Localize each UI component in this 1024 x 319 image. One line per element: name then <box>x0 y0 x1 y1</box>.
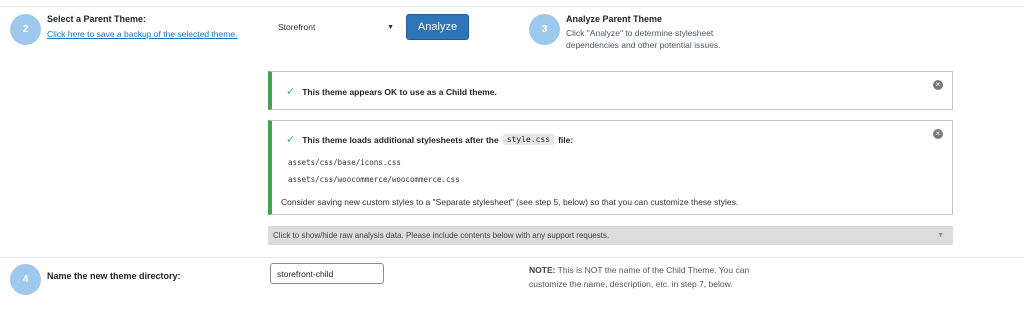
chevron-down-icon: ▼ <box>387 23 394 31</box>
section-divider <box>0 257 1024 258</box>
step-3-title: Analyze Parent Theme <box>566 14 663 24</box>
step-3-description-line1: Click "Analyze" to determine stylesheet <box>566 28 714 38</box>
parent-theme-select[interactable]: Storefront ▼ <box>270 15 402 39</box>
step-3-badge: 3 <box>529 14 560 45</box>
analyze-button[interactable]: Analyze <box>406 14 469 40</box>
checkmark-icon: ✓ <box>286 86 296 98</box>
separate-stylesheet-advice: Consider saving new custom styles to a "… <box>281 197 739 207</box>
raw-analysis-toggle-label: Click to show/hide raw analysis data. Pl… <box>273 231 610 240</box>
stylesheet-file-item: assets/css/base/icons.css <box>288 158 401 167</box>
step-4-badge: 4 <box>10 264 41 295</box>
style-css-filename: style.css <box>502 134 555 145</box>
stylesheets-notice: ✓ This theme loads additional stylesheet… <box>268 120 953 215</box>
note-label: NOTE: <box>529 265 556 275</box>
parent-theme-select-value: Storefront <box>278 22 316 32</box>
step-2-title: Select a Parent Theme: <box>47 14 147 24</box>
checkmark-icon: ✓ <box>286 134 296 146</box>
dismiss-icon[interactable]: × <box>933 80 943 90</box>
step-4-title: Name the new theme directory: <box>47 271 181 281</box>
dismiss-icon[interactable]: × <box>933 129 943 139</box>
chevron-down-icon: ▼ <box>937 232 944 239</box>
step-3-description-line2: dependencies and other potential issues. <box>566 40 721 50</box>
stylesheets-message-suffix: file: <box>558 134 574 145</box>
theme-directory-input[interactable] <box>270 263 384 284</box>
raw-analysis-toggle[interactable]: Click to show/hide raw analysis data. Pl… <box>268 226 953 245</box>
directory-note-line1: NOTE: This is NOT the name of the Child … <box>529 263 749 277</box>
backup-theme-link[interactable]: Click here to save a backup of the selec… <box>47 29 237 39</box>
stylesheet-file-item: assets/css/woocommerce/woocommerce.css <box>288 175 460 184</box>
theme-ok-message: This theme appears OK to use as a Child … <box>302 86 497 97</box>
stylesheets-message: This theme loads additional stylesheets … <box>302 134 499 145</box>
theme-ok-notice: ✓ This theme appears OK to use as a Chil… <box>268 71 953 110</box>
top-divider <box>0 6 1024 7</box>
note-text: This is NOT the name of the Child Theme.… <box>557 265 750 275</box>
step-2-badge: 2 <box>10 14 41 45</box>
directory-note-line2: customize the name, description, etc. in… <box>529 279 733 289</box>
